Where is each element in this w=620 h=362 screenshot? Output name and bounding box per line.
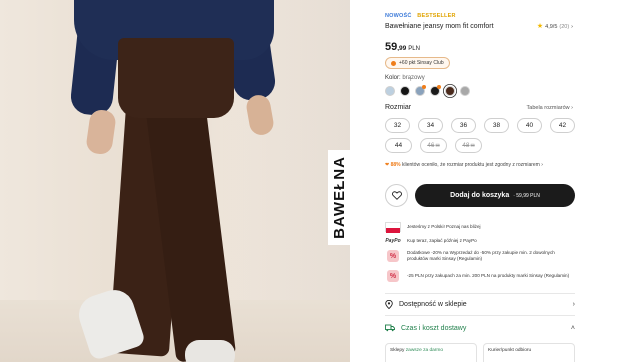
size-48-label: 48 [462,142,470,149]
jeans-waist [118,38,234,118]
delivery-label: Czas i koszt dostawy [401,324,467,332]
info-text: -25 PLN przy zakupach za min. 200 PLN na… [407,272,570,278]
add-to-cart-price: · 59,99 PLN [513,192,540,199]
fit-text: klientów oceniło, że rozmiar produktu je… [402,162,540,168]
size-46-unavailable[interactable]: 46 ✉ [420,138,447,153]
delivery-card-store[interactable]: Sklepy zawsze za darmo [385,343,477,362]
delivery-row[interactable]: Czas i koszt dostawy ˄ [385,324,575,332]
color-swatches [385,85,470,96]
fit-percentage: 88% [390,162,401,168]
club-icon [391,60,396,66]
size-46-label: 46 [427,142,435,149]
add-to-cart-button[interactable]: Dodaj do koszyka · 59,99 PLN [415,184,575,207]
material-badge: BAWEŁNA [328,150,350,245]
product-rating[interactable]: ★ 4,9/5 (20) › [537,23,573,30]
store-availability-label: Dostępność w sklepie [399,301,467,308]
delivery-truck-icon [385,324,395,332]
product-tags: NOWOŚĆ BESTSELLER [385,13,456,19]
product-photo[interactable]: BAWEŁNA [0,0,350,362]
rating-value: 4,9/5 [545,23,558,30]
size-44[interactable]: 44 [385,138,412,153]
size-36[interactable]: 36 [451,118,476,133]
size-42[interactable]: 42 [550,118,575,133]
color-label: Kolor: brązowy [385,75,425,81]
product-price: 59,99 PLN [385,37,420,55]
heart-icon: ❤ [385,162,390,168]
price-main: 59 [385,41,398,53]
info-row-promo-20[interactable]: % Dodatkowe -20% na Wyprzedaż do -50% pr… [385,250,575,263]
delivery-card-label: Sklepy [390,348,405,353]
new-dot-icon [437,85,441,89]
info-row-paypo[interactable]: PayPo Kup teraz, zapłać później z PayPo [385,236,575,246]
new-dot-icon [422,85,426,89]
swatch-grey[interactable] [460,86,470,96]
mail-icon: ✉ [435,142,440,149]
size-fit-note[interactable]: ❤ 88% klientów oceniło, że rozmiar produ… [385,162,543,168]
percent-icon: % [387,250,399,263]
price-currency: PLN [408,46,420,52]
size-label: Rozmiar [385,104,412,111]
delivery-options: Sklepy zawsze za darmo Kurier/punkt odbi… [385,343,575,362]
size-grid: 32 34 36 38 40 42 44 46 ✉ 48 ✉ [385,118,575,158]
info-row-promo-25pln[interactable]: % -25 PLN przy zakupach za min. 200 PLN … [385,270,575,282]
wishlist-button[interactable] [385,184,408,207]
rating-count: (20) [559,23,570,30]
divider [385,293,575,294]
add-to-cart-label: Dodaj do koszyka [450,192,510,199]
store-availability-row[interactable]: Dostępność w sklepie › [385,300,575,309]
swatch-light-blue[interactable] [385,86,395,96]
size-table-link[interactable]: Tabela rozmiarów › [527,105,573,111]
size-48-unavailable[interactable]: 48 ✉ [455,138,482,153]
info-row-poland[interactable]: Jesteśmy z Polski! Poznaj nas bliżej [385,222,575,233]
percent-icon: % [387,270,399,282]
info-text: Jesteśmy z Polski! Poznaj nas bliżej [407,223,481,229]
club-points-text: +60 pkt Sinsay Club [399,60,444,66]
size-32[interactable]: 32 [385,118,410,133]
price-cents: ,99 [397,45,407,52]
color-label-prefix: Kolor: [385,75,401,81]
product-details-panel: NOWOŚĆ BESTSELLER Bawełniane jeansy mom … [385,0,575,362]
delivery-card-highlight: zawsze za darmo [405,348,444,353]
swatch-grey-blue[interactable] [415,85,426,96]
info-text: Kup teraz, zapłać później z PayPo [407,237,477,243]
swatch-dark-black[interactable] [430,85,441,96]
info-text: Dodatkowe -20% na Wyprzedaż do -50% przy… [407,250,555,262]
size-38[interactable]: 38 [484,118,509,133]
divider [385,315,575,316]
delivery-card-courier[interactable]: Kurier/punkt odbioru [483,343,575,362]
sneaker-right [185,340,235,362]
delivery-card-label: Kurier/punkt odbioru [488,348,532,353]
chevron-right-icon: › [571,23,573,30]
color-value: brązowy [402,75,425,81]
tag-bestseller: BESTSELLER [417,13,456,19]
club-points-badge: +60 pkt Sinsay Club [385,57,450,69]
paypo-icon: PayPo [385,238,401,244]
model-hand-left [85,108,117,156]
heart-outline-icon [391,191,402,200]
product-title: Bawełniane jeansy mom fit comfort [385,23,494,30]
mail-icon: ✉ [470,142,475,149]
star-icon: ★ [536,23,544,30]
chevron-right-icon: › [541,162,543,168]
chevron-right-icon: › [571,105,573,111]
location-pin-icon [385,300,393,309]
size-table-link-label: Tabela rozmiarów [526,105,570,111]
poland-flag-icon [385,222,401,233]
tag-new: NOWOŚĆ [385,13,412,19]
swatch-black[interactable] [400,86,410,96]
material-badge-text: BAWEŁNA [330,156,348,239]
swatch-brown[interactable] [445,86,455,96]
size-40[interactable]: 40 [517,118,542,133]
chevron-up-icon: ˄ [570,324,575,332]
size-34[interactable]: 34 [418,118,443,133]
chevron-right-icon: › [572,301,575,308]
